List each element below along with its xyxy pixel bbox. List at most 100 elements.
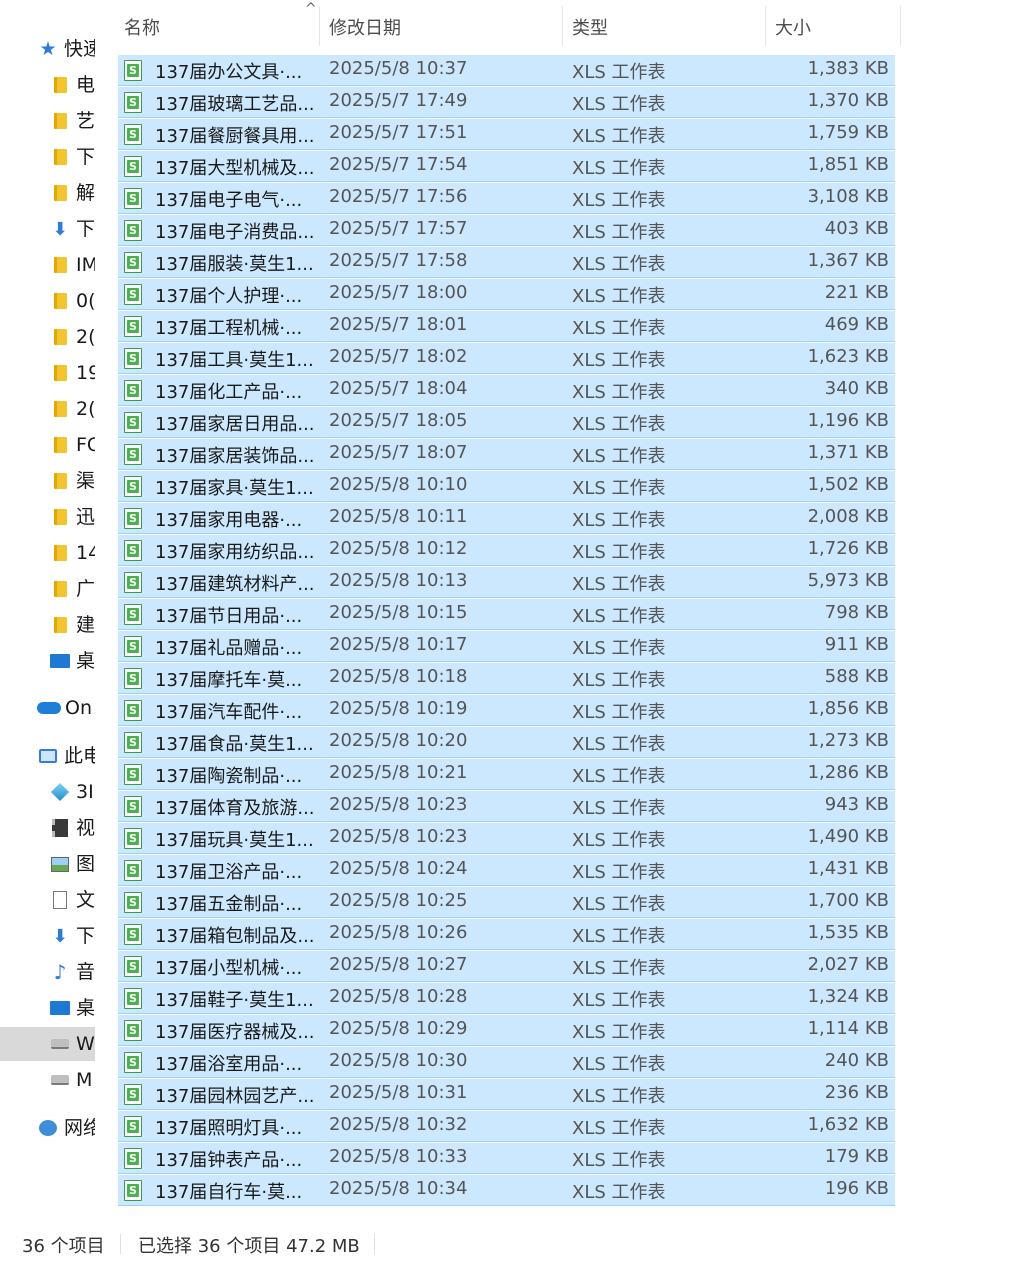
file-row[interactable]: 137届汽车配件·... 2025/5/8 10:19 XLS 工作表 1,856 K…: [118, 695, 895, 726]
nav-folder[interactable]: 2(: [0, 393, 95, 425]
file-row[interactable]: 137届园林园艺产... 2025/5/8 10:31 XLS 工作表 236 KB: [118, 1079, 895, 1110]
nav-drive-m[interactable]: M: [0, 1064, 95, 1096]
file-row[interactable]: 137届电子消费品... 2025/5/7 17:57 XLS 工作表 403 KB: [118, 215, 895, 246]
file-type: XLS 工作表: [572, 990, 666, 1011]
nav-folder[interactable]: FC: [0, 429, 95, 461]
column-header-type[interactable]: 类型: [572, 14, 608, 40]
nav-folder[interactable]: 建: [0, 609, 95, 641]
file-modified-date: 2025/5/8 10:29: [329, 1018, 468, 1039]
nav-folder[interactable]: 渠: [0, 465, 95, 497]
file-row[interactable]: 137届家用纺织品... 2025/5/8 10:12 XLS 工作表 1,726 K…: [118, 535, 895, 566]
nav-network[interactable]: 网络: [0, 1112, 95, 1144]
file-size: 1,324 KB: [807, 986, 889, 1007]
column-header-date[interactable]: 修改日期: [329, 14, 401, 40]
file-name: 137届自行车·莫...: [155, 1182, 303, 1203]
file-modified-date: 2025/5/8 10:15: [329, 602, 468, 623]
file-row[interactable]: 137届体育及旅游... 2025/5/8 10:23 XLS 工作表 943 KB: [118, 791, 895, 822]
nav-quick-access[interactable]: ★ 快速: [0, 33, 95, 65]
nav-folder[interactable]: 下: [0, 141, 95, 173]
file-row[interactable]: 137届个人护理·... 2025/5/7 18:00 XLS 工作表 221 KB: [118, 279, 895, 310]
status-divider: [374, 1234, 375, 1254]
file-row[interactable]: 137届家居装饰品... 2025/5/7 18:07 XLS 工作表 1,371 K…: [118, 439, 895, 470]
nav-music[interactable]: ♪ 音: [0, 956, 95, 988]
file-row[interactable]: 137届建筑材料产... 2025/5/8 10:13 XLS 工作表 5,973 K…: [118, 567, 895, 598]
file-row[interactable]: 137届节日用品·... 2025/5/8 10:15 XLS 工作表 798 KB: [118, 599, 895, 630]
folder-icon: [50, 291, 70, 311]
nav-folder[interactable]: 解: [0, 177, 95, 209]
file-row[interactable]: 137届餐厨餐具用... 2025/5/7 17:51 XLS 工作表 1,759 K…: [118, 119, 895, 150]
column-header-size[interactable]: 大小: [775, 14, 811, 40]
nav-folder[interactable]: 14: [0, 537, 95, 569]
column-divider[interactable]: [765, 6, 766, 46]
nav-onedrive[interactable]: On: [0, 692, 95, 724]
file-row[interactable]: 137届箱包制品及... 2025/5/8 10:26 XLS 工作表 1,535 K…: [118, 919, 895, 950]
file-row[interactable]: 137届浴室用品·... 2025/5/8 10:30 XLS 工作表 240 KB: [118, 1047, 895, 1078]
nav-folder[interactable]: 2(: [0, 321, 95, 353]
column-divider[interactable]: [562, 6, 563, 46]
file-row[interactable]: 137届办公文具·... 2025/5/8 10:37 XLS 工作表 1,383 K…: [118, 55, 895, 86]
file-row[interactable]: 137届医疗器械及... 2025/5/8 10:29 XLS 工作表 1,114 K…: [118, 1015, 895, 1046]
file-row[interactable]: 137届自行车·莫... 2025/5/8 10:34 XLS 工作表 196 KB: [118, 1175, 895, 1206]
file-row[interactable]: 137届电子电气·... 2025/5/7 17:56 XLS 工作表 3,108 K…: [118, 183, 895, 214]
file-row[interactable]: 137届五金制品·... 2025/5/8 10:25 XLS 工作表 1,700 K…: [118, 887, 895, 918]
nav-folder[interactable]: 19: [0, 357, 95, 389]
file-row[interactable]: 137届玩具·莫生1... 2025/5/8 10:23 XLS 工作表 1,490 …: [118, 823, 895, 854]
nav-folder[interactable]: 0(: [0, 285, 95, 317]
file-row[interactable]: 137届化工产品·... 2025/5/7 18:04 XLS 工作表 340 KB: [118, 375, 895, 406]
file-type: XLS 工作表: [572, 638, 666, 659]
nav-drive-w[interactable]: W: [0, 1027, 95, 1061]
nav-desktop-pc[interactable]: 桌: [0, 992, 95, 1024]
nav-folder[interactable]: IM: [0, 249, 95, 281]
excel-file-icon: [124, 604, 142, 625]
file-row[interactable]: 137届玻璃工艺品... 2025/5/7 17:49 XLS 工作表 1,370 K…: [118, 87, 895, 118]
nav-pictures[interactable]: 图: [0, 848, 95, 880]
file-row[interactable]: 137届陶瓷制品·... 2025/5/8 10:21 XLS 工作表 1,286 K…: [118, 759, 895, 790]
file-name: 137届体育及旅游...: [155, 798, 315, 819]
video-icon: [50, 818, 70, 838]
nav-videos[interactable]: 视: [0, 812, 95, 844]
column-divider[interactable]: [319, 6, 320, 46]
file-type: XLS 工作表: [572, 1022, 666, 1043]
file-row[interactable]: 137届摩托车·莫... 2025/5/8 10:18 XLS 工作表 588 KB: [118, 663, 895, 694]
nav-downloads[interactable]: ⬇ 下: [0, 213, 95, 245]
column-header-name[interactable]: 名称: [124, 14, 160, 40]
excel-file-icon: [124, 220, 142, 241]
nav-downloads-pc[interactable]: ⬇ 下: [0, 920, 95, 952]
nav-folder[interactable]: 电: [0, 69, 95, 101]
file-row[interactable]: 137届卫浴产品·... 2025/5/8 10:24 XLS 工作表 1,431 K…: [118, 855, 895, 886]
file-row[interactable]: 137届礼品赠品·... 2025/5/8 10:17 XLS 工作表 911 KB: [118, 631, 895, 662]
nav-desktop[interactable]: 桌: [0, 645, 95, 677]
nav-folder[interactable]: 广: [0, 573, 95, 605]
file-modified-date: 2025/5/7 17:49: [329, 90, 468, 111]
excel-file-icon: [124, 60, 142, 81]
file-row[interactable]: 137届照明灯具·... 2025/5/8 10:32 XLS 工作表 1,632 K…: [118, 1111, 895, 1142]
file-name: 137届汽车配件·...: [155, 702, 303, 723]
nav-documents[interactable]: 文: [0, 884, 95, 916]
file-modified-date: 2025/5/8 10:12: [329, 538, 468, 559]
file-row[interactable]: 137届工程机械·... 2025/5/7 18:01 XLS 工作表 469 KB: [118, 311, 895, 342]
file-row[interactable]: 137届服装·莫生1... 2025/5/7 17:58 XLS 工作表 1,367 …: [118, 247, 895, 278]
file-size: 340 KB: [824, 378, 889, 399]
nav-folder[interactable]: 迅: [0, 501, 95, 533]
file-modified-date: 2025/5/8 10:28: [329, 986, 468, 1007]
column-divider[interactable]: [900, 6, 901, 46]
file-row[interactable]: 137届工具·莫生1... 2025/5/7 18:02 XLS 工作表 1,623 …: [118, 343, 895, 374]
nav-3d-objects[interactable]: 3I: [0, 776, 95, 808]
file-row[interactable]: 137届家具·莫生1... 2025/5/8 10:10 XLS 工作表 1,502 …: [118, 471, 895, 502]
file-row[interactable]: 137届鞋子·莫生1... 2025/5/8 10:28 XLS 工作表 1,324 …: [118, 983, 895, 1014]
file-name: 137届卫浴产品·...: [155, 862, 303, 883]
vertical-scrollbar[interactable]: [1000, 0, 1014, 1210]
nav-this-pc[interactable]: 此电: [0, 740, 95, 772]
file-modified-date: 2025/5/8 10:23: [329, 826, 468, 847]
file-name: 137届服装·莫生1...: [155, 254, 314, 275]
file-size: 1,370 KB: [807, 90, 889, 111]
file-row[interactable]: 137届食品·莫生1... 2025/5/8 10:20 XLS 工作表 1,273 …: [118, 727, 895, 758]
file-row[interactable]: 137届大型机械及... 2025/5/7 17:54 XLS 工作表 1,851 K…: [118, 151, 895, 182]
file-row[interactable]: 137届家用电器·... 2025/5/8 10:11 XLS 工作表 2,008 K…: [118, 503, 895, 534]
excel-file-icon: [124, 316, 142, 337]
file-row[interactable]: 137届家居日用品... 2025/5/7 18:05 XLS 工作表 1,196 K…: [118, 407, 895, 438]
file-size: 236 KB: [824, 1082, 889, 1103]
nav-folder[interactable]: 艺: [0, 105, 95, 137]
file-row[interactable]: 137届小型机械·... 2025/5/8 10:27 XLS 工作表 2,027 K…: [118, 951, 895, 982]
file-row[interactable]: 137届钟表产品·... 2025/5/8 10:33 XLS 工作表 179 KB: [118, 1143, 895, 1174]
